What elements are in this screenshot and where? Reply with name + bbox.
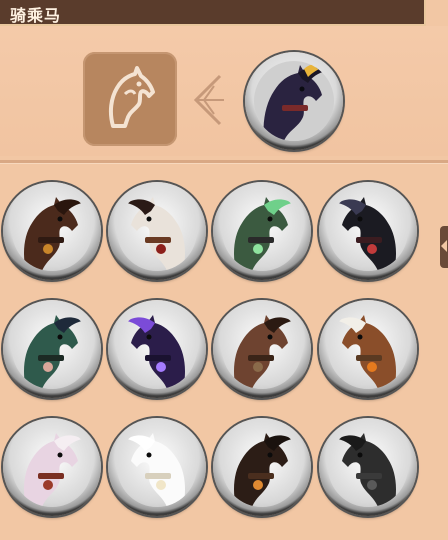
mount-item-dark-orange-armor[interactable] xyxy=(213,418,311,516)
swap-arrow-icon xyxy=(193,74,224,126)
selected-mount[interactable] xyxy=(245,52,343,150)
mount-portrait xyxy=(12,309,92,389)
mount-portrait xyxy=(328,191,408,271)
mount-portrait xyxy=(117,309,197,389)
section-divider xyxy=(0,160,448,164)
section-title: 骑乘马 xyxy=(10,6,62,25)
section-header: 骑乘马 xyxy=(0,0,426,26)
mount-portrait xyxy=(12,191,92,271)
mount-item-chestnut-flame[interactable] xyxy=(319,300,417,398)
selected-mount-portrait xyxy=(254,61,334,141)
horse-portrait-icon xyxy=(234,433,292,507)
mount-slot-empty[interactable] xyxy=(83,52,177,146)
mount-item-pink-white-tack[interactable] xyxy=(3,418,101,516)
horse-portrait-icon xyxy=(127,315,185,389)
horse-portrait-icon xyxy=(127,433,185,507)
horse-portrait-icon xyxy=(338,315,396,389)
horse-portrait-icon xyxy=(24,315,82,389)
mount-item-violet-shadow[interactable] xyxy=(108,300,206,398)
mount-item-plain-bay[interactable] xyxy=(213,300,311,398)
horse-portrait-icon xyxy=(127,197,185,271)
mount-item-teal-dragon[interactable] xyxy=(3,300,101,398)
horse-portrait-icon xyxy=(338,197,396,271)
mount-item-white-glow[interactable] xyxy=(108,418,206,516)
mount-item-brown-gold-armor[interactable] xyxy=(3,182,101,280)
side-collapse-tab[interactable] xyxy=(440,226,448,268)
mount-portrait xyxy=(222,427,302,507)
mount-portrait xyxy=(12,427,92,507)
mount-portrait xyxy=(117,427,197,507)
horse-portrait-icon xyxy=(24,433,82,507)
horse-portrait-icon xyxy=(254,61,334,141)
mount-portrait xyxy=(328,427,408,507)
mount-item-shadow-grey[interactable] xyxy=(319,418,417,516)
horse-head-icon xyxy=(108,66,155,128)
mount-portrait xyxy=(328,309,408,389)
horse-portrait-icon xyxy=(24,197,82,271)
horse-portrait-icon xyxy=(234,197,292,271)
horse-portrait-icon xyxy=(234,315,292,389)
horse-portrait-icon xyxy=(338,433,396,507)
mount-item-white-red-plume[interactable] xyxy=(108,182,206,280)
mount-item-green-spectral[interactable] xyxy=(213,182,311,280)
mount-portrait xyxy=(222,309,302,389)
mount-portrait xyxy=(222,191,302,271)
mount-item-black-feathered[interactable] xyxy=(319,182,417,280)
mount-portrait xyxy=(117,191,197,271)
